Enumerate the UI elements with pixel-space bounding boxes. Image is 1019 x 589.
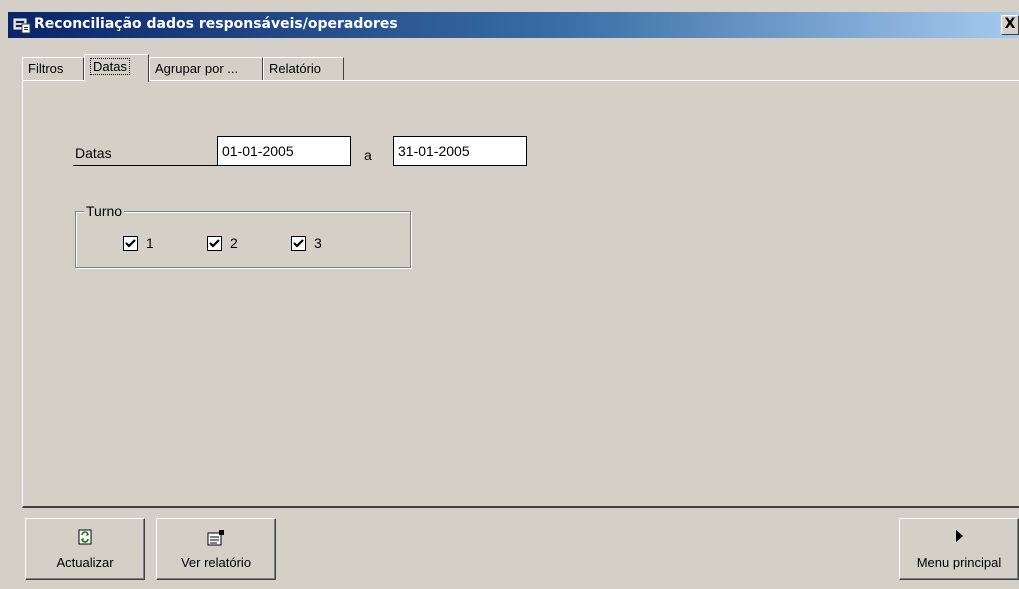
tab-agrupar-por[interactable]: Agrupar por ...	[149, 57, 263, 81]
tab-label: Agrupar por ...	[155, 61, 239, 76]
turno-checkbox-2[interactable]: 2	[207, 235, 238, 251]
datas-underline	[73, 165, 238, 166]
date-from-input[interactable]	[217, 136, 351, 166]
turno-checkbox-1[interactable]: 1	[123, 235, 154, 251]
menu-principal-label: Menu principal	[916, 555, 1002, 570]
date-separator: a	[364, 147, 372, 163]
menu-principal-button[interactable]: Menu principal	[899, 518, 1019, 580]
checkmark-icon[interactable]	[123, 235, 138, 251]
turno-legend: Turno	[84, 203, 125, 219]
turno-groupbox: Turno 1 2 3	[75, 203, 411, 268]
tab-label: Filtros	[28, 61, 64, 76]
turno-checkbox-3[interactable]: 3	[291, 235, 322, 251]
window-title: Reconciliação dados responsáveis/operado…	[34, 16, 398, 32]
checkbox-label: 1	[146, 235, 154, 251]
close-button[interactable]: X	[1001, 15, 1019, 35]
checkmark-icon[interactable]	[291, 235, 306, 251]
title-bar[interactable]: Reconciliação dados responsáveis/operado…	[8, 12, 1019, 38]
ver-relatorio-button[interactable]: Ver relatório	[156, 518, 276, 580]
tab-filtros[interactable]: Filtros	[22, 57, 84, 81]
checkmark-icon[interactable]	[207, 235, 222, 251]
checkbox-label: 2	[230, 235, 238, 251]
app-icon	[13, 16, 31, 34]
close-icon: X	[1004, 16, 1016, 32]
actualizar-button[interactable]: Actualizar	[25, 518, 145, 580]
tab-label: Datas	[90, 58, 130, 75]
report-icon	[157, 529, 275, 547]
ver-relatorio-label: Ver relatório	[180, 555, 252, 570]
date-to-input[interactable]	[393, 136, 527, 166]
datas-label: Datas	[75, 145, 112, 161]
actualizar-label: Actualizar	[56, 555, 114, 570]
dialog-window: Reconciliação dados responsáveis/operado…	[0, 0, 1019, 589]
tab-page-datas: Datas a Turno 1 2 3	[22, 80, 1019, 508]
tab-relatorio[interactable]: Relatório	[263, 57, 344, 81]
tab-label: Relatório	[269, 61, 322, 76]
checkbox-label: 3	[314, 235, 322, 251]
tab-datas[interactable]: Datas	[84, 54, 149, 82]
play-arrow-icon	[900, 529, 1018, 543]
refresh-icon	[26, 529, 144, 545]
